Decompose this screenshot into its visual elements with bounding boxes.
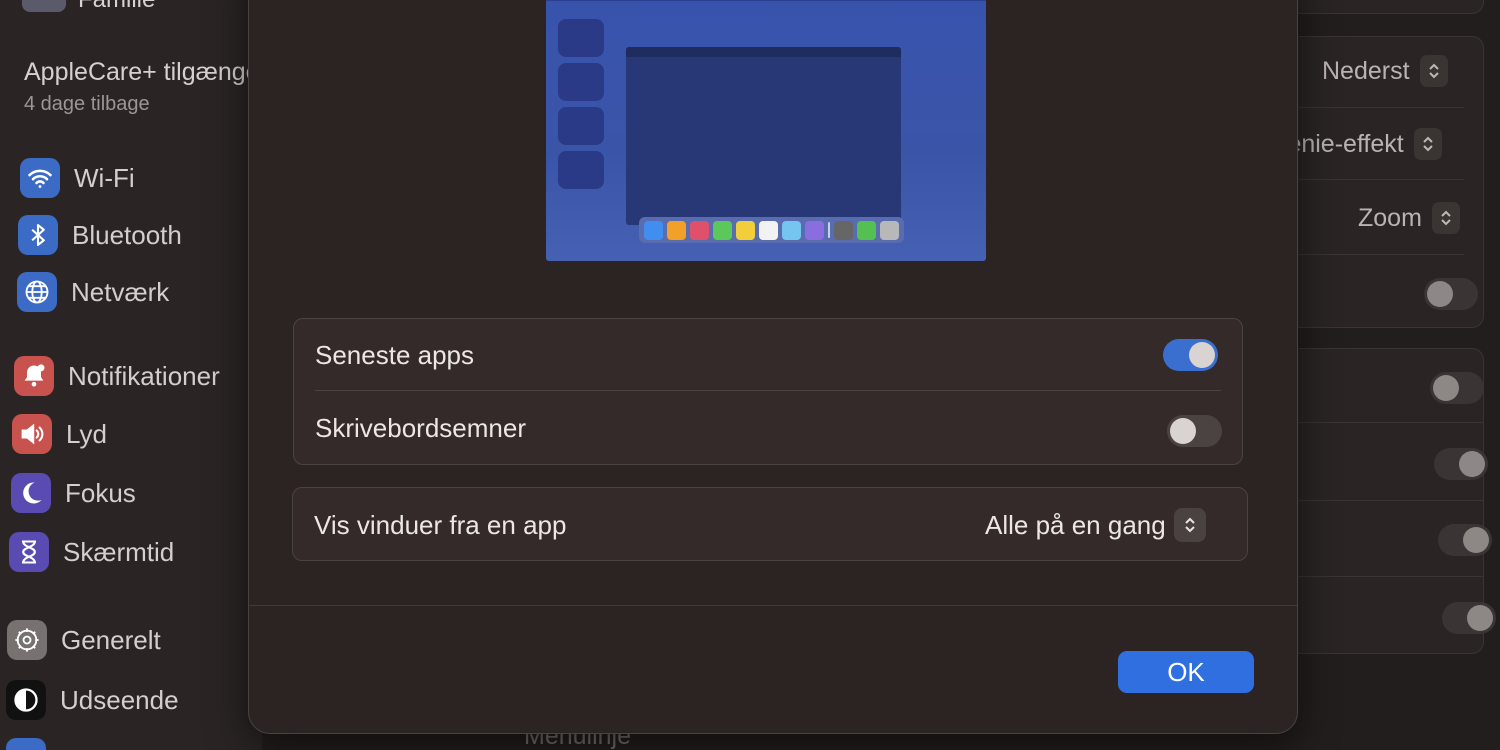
dock-app-icon — [857, 220, 876, 240]
desktop-items-toggle[interactable] — [1167, 415, 1222, 447]
bell-icon — [14, 356, 54, 396]
mission-control-dialog: Seneste apps Skrivebordsemner Vis vindue… — [248, 0, 1298, 734]
wifi-icon — [20, 158, 60, 198]
dock-app-icon — [782, 220, 801, 240]
divider — [1268, 422, 1484, 423]
sidebar-item-wifi[interactable]: Wi-Fi — [20, 158, 135, 198]
dock-separator — [828, 222, 830, 238]
position-select[interactable]: Nederst — [1322, 55, 1448, 87]
show-windows-row: Vis vinduer fra en app Alle på en gang — [293, 488, 1247, 562]
zoom-select[interactable]: Zoom — [1358, 202, 1460, 234]
preview-menubar — [546, 0, 986, 1]
globe-icon — [17, 272, 57, 312]
sidebar-item-family[interactable]: Familie — [22, 0, 155, 14]
preview-space-thumb — [558, 63, 604, 101]
toggle-knob — [1433, 375, 1459, 401]
chevron-updown-icon — [1419, 55, 1448, 87]
sidebar-item-label: Notifikationer — [68, 360, 220, 391]
background-toggle[interactable] — [1442, 602, 1496, 634]
sidebar-item-bluetooth[interactable]: Bluetooth — [18, 215, 182, 255]
background-toggle[interactable] — [1430, 372, 1484, 404]
chevron-updown-icon — [1413, 128, 1442, 160]
recent-apps-toggle[interactable] — [1163, 339, 1218, 371]
dock-app-icon — [736, 220, 755, 240]
toggle-knob — [1459, 451, 1485, 477]
sidebar-item-label: Netværk — [71, 276, 170, 307]
toggle-knob — [1467, 605, 1493, 631]
dock-app-icon — [805, 220, 824, 240]
applecare-notice[interactable]: AppleCare+ tilgængelig 4 dage tilbage — [24, 58, 285, 116]
bluetooth-icon — [18, 215, 58, 255]
applecare-subtitle: 4 dage tilbage — [24, 93, 150, 115]
sidebar-item-label: Generelt — [61, 624, 161, 655]
divider — [1268, 576, 1484, 577]
footer-divider — [249, 605, 1297, 606]
applecare-title: AppleCare+ tilgængelig — [24, 58, 285, 86]
sidebar-item-label: Skærmtid — [63, 536, 175, 567]
preview-window — [626, 47, 901, 225]
recent-apps-label: Seneste apps — [315, 339, 475, 370]
sidebar-item-partial-icon — [6, 738, 46, 750]
sidebar-item-focus[interactable]: Fokus — [11, 473, 136, 513]
sidebar-item-notifications[interactable]: Notifikationer — [14, 356, 220, 396]
dock-app-icon — [880, 220, 899, 240]
hourglass-icon — [9, 532, 49, 572]
options-group: Seneste apps Skrivebordsemner — [293, 318, 1243, 465]
background-toggle[interactable] — [1424, 278, 1478, 310]
chevron-updown-icon — [1173, 508, 1206, 542]
recent-apps-row: Seneste apps — [294, 319, 1242, 391]
toggle-knob — [1463, 527, 1489, 553]
select-value: Alle på en gang — [985, 509, 1166, 540]
desktop-items-row: Skrivebordsemner — [294, 391, 1242, 466]
sidebar-item-label: Bluetooth — [72, 219, 182, 250]
preview-space-thumb — [558, 19, 604, 57]
family-icon — [22, 0, 66, 12]
dock-app-icon — [690, 220, 709, 240]
sidebar-item-label: Familie — [78, 0, 155, 14]
preview-space-thumb — [558, 107, 604, 145]
dock-app-icon — [644, 220, 663, 240]
sidebar-item-label: Lyd — [66, 418, 107, 449]
chevron-updown-icon — [1431, 202, 1460, 234]
dock-app-icon — [667, 220, 686, 240]
windows-group: Vis vinduer fra en app Alle på en gang — [292, 487, 1248, 561]
show-windows-select[interactable]: Alle på en gang — [985, 508, 1206, 542]
desktop-items-label: Skrivebordsemner — [315, 413, 526, 443]
sidebar-item-sound[interactable]: Lyd — [12, 414, 107, 454]
ok-button[interactable]: OK — [1118, 651, 1254, 693]
background-toggle[interactable] — [1434, 448, 1488, 480]
dock-app-icon — [759, 220, 778, 240]
speaker-icon — [12, 414, 52, 454]
sidebar-item-label: Wi-Fi — [74, 162, 135, 193]
appearance-icon — [6, 680, 46, 720]
moon-icon — [11, 473, 51, 513]
divider — [1268, 500, 1484, 501]
dock-app-icon — [834, 220, 853, 240]
dock-app-icon — [713, 220, 732, 240]
select-value: Zoom — [1358, 203, 1422, 232]
sidebar: Familie AppleCare+ tilgængelig 4 dage ti… — [0, 0, 285, 750]
sidebar-item-network[interactable]: Netværk — [17, 272, 169, 312]
sidebar-item-appearance[interactable]: Udseende — [6, 680, 179, 720]
select-value: Nederst — [1322, 56, 1410, 85]
desktop-preview-image — [546, 0, 986, 261]
sidebar-item-label: Udseende — [60, 684, 179, 715]
sidebar-item-screentime[interactable]: Skærmtid — [9, 532, 174, 572]
toggle-knob — [1189, 342, 1215, 368]
toggle-knob — [1427, 281, 1453, 307]
gear-icon — [7, 620, 47, 660]
toggle-knob — [1170, 418, 1196, 444]
preview-space-thumb — [558, 151, 604, 189]
preview-dock — [639, 217, 904, 243]
background-toggle[interactable] — [1438, 524, 1492, 556]
show-windows-label: Vis vinduer fra en app — [314, 509, 567, 540]
sidebar-item-label: Fokus — [65, 477, 136, 508]
sidebar-item-general[interactable]: Generelt — [7, 620, 161, 660]
